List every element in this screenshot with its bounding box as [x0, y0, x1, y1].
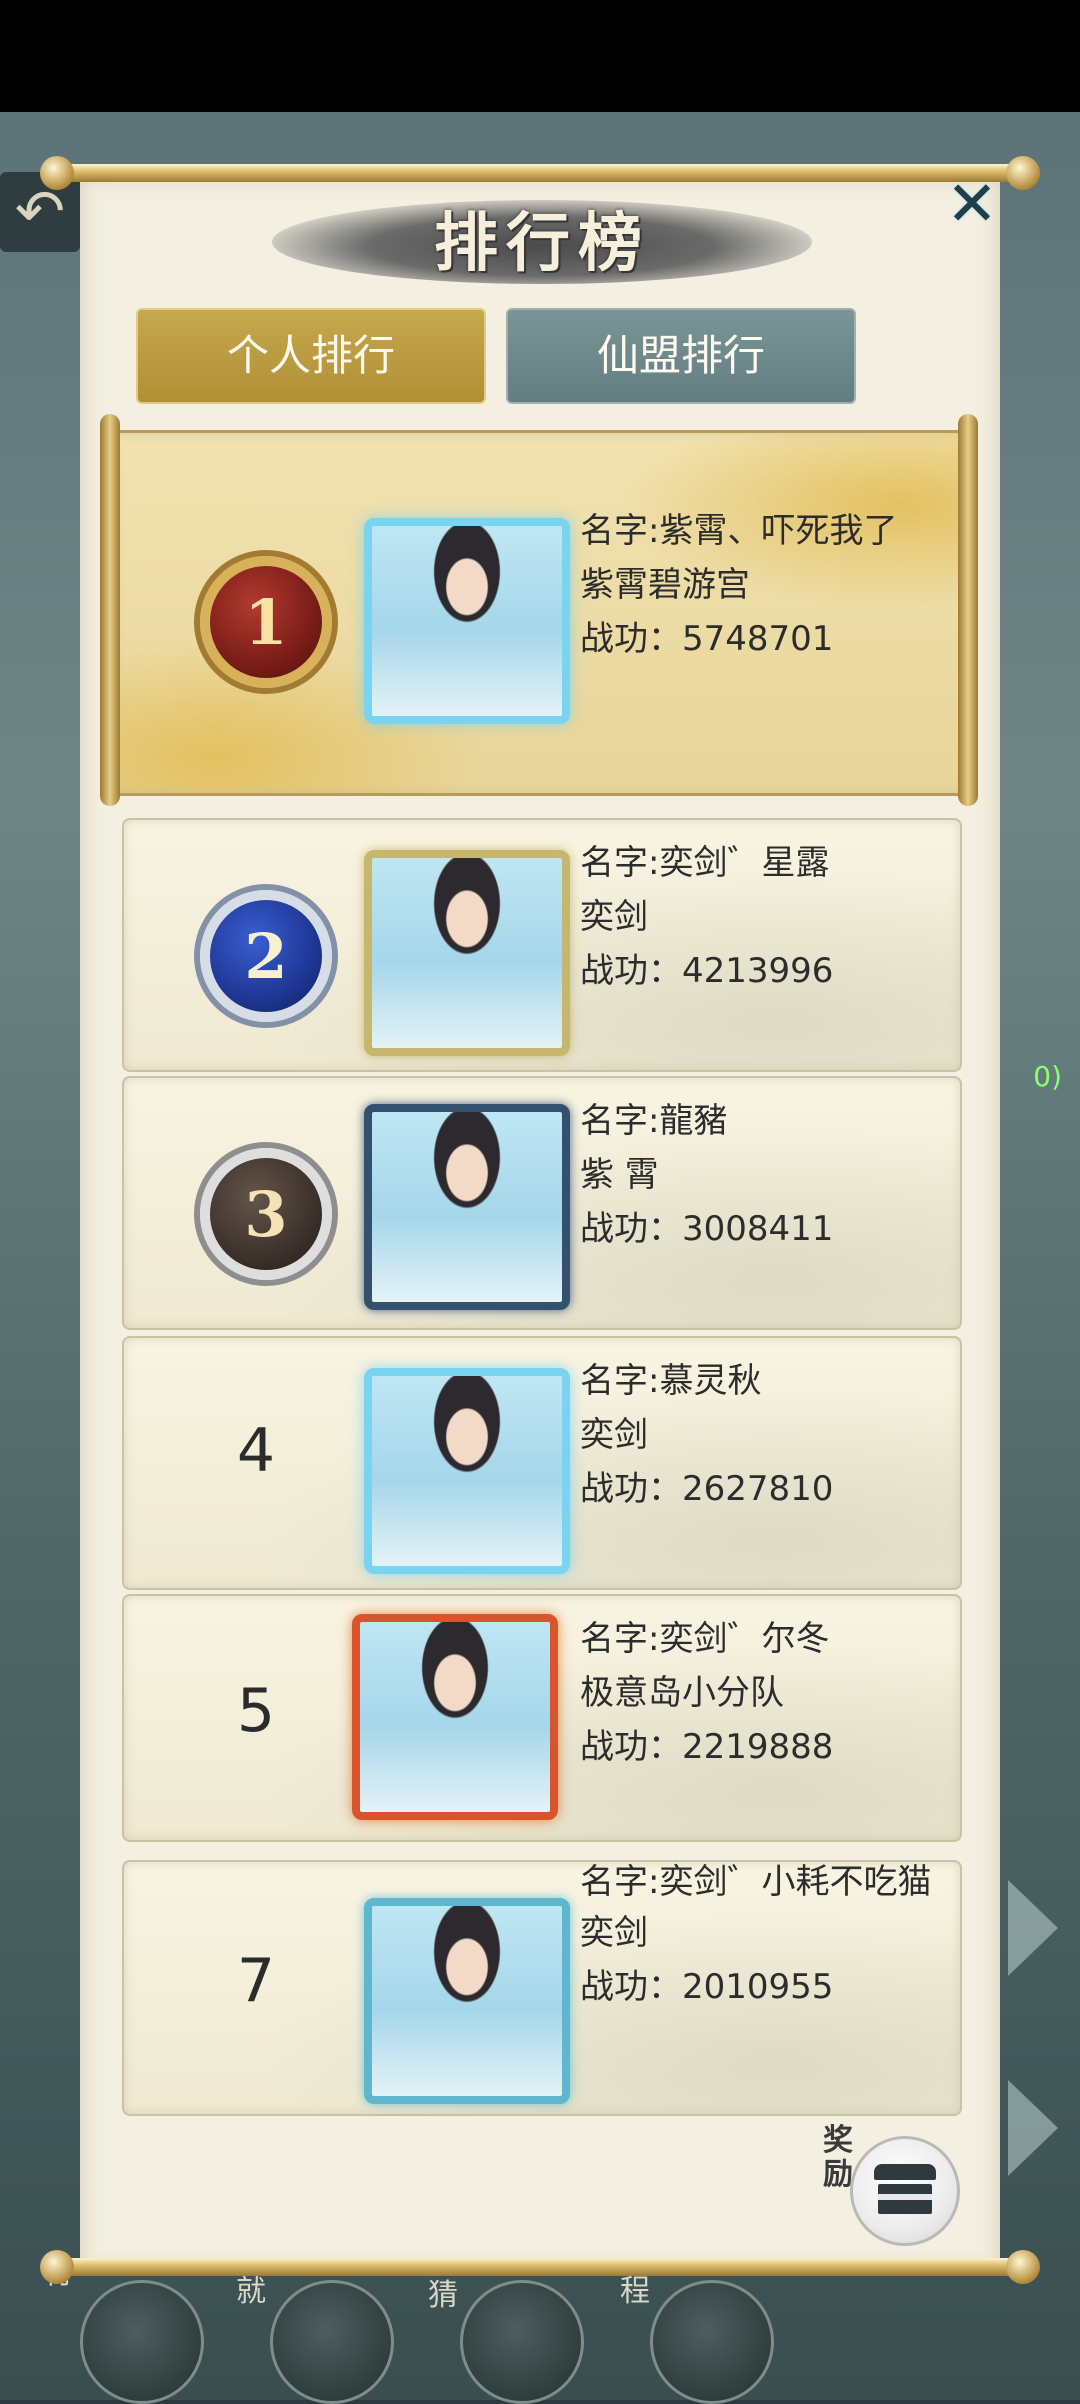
- player-power: 战功：2010955: [580, 1967, 834, 2007]
- reward-button[interactable]: [850, 2136, 960, 2246]
- rank-number: 2: [244, 919, 288, 993]
- player-power: 战功：2627810: [580, 1469, 834, 1509]
- scroll-rod: [100, 414, 120, 806]
- player-info: 名字:慕灵秋 奕剑 战功：2627810: [580, 1354, 960, 1516]
- bottom-menu-button[interactable]: [650, 2280, 774, 2404]
- gold-medal-icon: 1: [200, 556, 332, 688]
- avatar[interactable]: [352, 1614, 558, 1820]
- bronze-medal-icon: 3: [200, 1148, 332, 1280]
- avatar[interactable]: [364, 518, 570, 724]
- player-power: 战功：5748701: [580, 619, 834, 659]
- background-arrow-icon: [1008, 2080, 1058, 2176]
- tab-personal-ranking[interactable]: 个人排行: [136, 308, 486, 404]
- avatar[interactable]: [364, 1104, 570, 1310]
- player-info: 名字:紫霄、吓死我了 紫霄碧游宫 战功：5748701: [580, 504, 960, 666]
- silver-medal-icon: 2: [200, 890, 332, 1022]
- avatar[interactable]: [364, 850, 570, 1056]
- bottom-menu-button[interactable]: [80, 2280, 204, 2404]
- treasure-chest-icon: [870, 2164, 940, 2218]
- player-alliance: 紫霄碧游宫: [580, 565, 750, 605]
- player-info: 名字:奕剑゛小耗不吃猫 奕剑 战功：2010955: [580, 1862, 960, 2014]
- rod-cap: [1006, 156, 1040, 190]
- rank-number: 3: [244, 1177, 288, 1251]
- tab-alliance-ranking[interactable]: 仙盟排行: [506, 308, 856, 404]
- player-name: 名字:奕剑゛尔冬: [580, 1619, 830, 1659]
- player-alliance: 极意岛小分队: [580, 1673, 784, 1713]
- player-name: 名字:龍豬: [580, 1101, 728, 1141]
- background-side-text: 0): [1033, 1060, 1062, 1093]
- rod-cap: [1006, 2250, 1040, 2284]
- player-info: 名字:龍豬 紫 霄 战功：3008411: [580, 1094, 960, 1256]
- scroll-rod: [958, 414, 978, 806]
- rank-number: 7: [236, 1946, 276, 2016]
- player-name: 名字:慕灵秋: [580, 1361, 762, 1401]
- avatar[interactable]: [364, 1368, 570, 1574]
- bottom-scroll-rod: [42, 2258, 1038, 2276]
- top-scroll-rod: [42, 164, 1038, 182]
- status-bar: [0, 0, 1080, 112]
- player-alliance: 奕剑: [580, 1913, 648, 1953]
- background-arrow-icon: [1008, 1880, 1058, 1976]
- rank-number: 4: [236, 1416, 276, 1486]
- rod-cap: [40, 156, 74, 190]
- player-name: 名字:紫霄、吓死我了: [580, 511, 898, 551]
- bottom-menu-button[interactable]: [270, 2280, 394, 2404]
- avatar[interactable]: [364, 1898, 570, 2104]
- player-alliance: 奕剑: [580, 897, 648, 937]
- player-power: 战功：4213996: [580, 951, 834, 991]
- player-info: 名字:奕剑゛星露 奕剑 战功：4213996: [580, 836, 960, 998]
- page-title: 排行榜: [434, 206, 650, 281]
- player-power: 战功：2219888: [580, 1727, 834, 1767]
- player-alliance: 紫 霄: [580, 1155, 659, 1195]
- bottom-menu-button[interactable]: [460, 2280, 584, 2404]
- rank-number: 5: [236, 1676, 276, 1746]
- bottom-menu-label: 猜: [428, 2278, 458, 2313]
- player-name: 名字:奕剑゛小耗不吃猫: [580, 1862, 932, 1902]
- player-power: 战功：3008411: [580, 1209, 834, 1249]
- player-name: 名字:奕剑゛星露: [580, 843, 830, 883]
- player-info: 名字:奕剑゛尔冬 极意岛小分队 战功：2219888: [580, 1612, 960, 1774]
- player-alliance: 奕剑: [580, 1415, 648, 1455]
- rank-number: 1: [244, 585, 288, 659]
- close-icon[interactable]: ✕: [940, 172, 1004, 236]
- rod-cap: [40, 2250, 74, 2284]
